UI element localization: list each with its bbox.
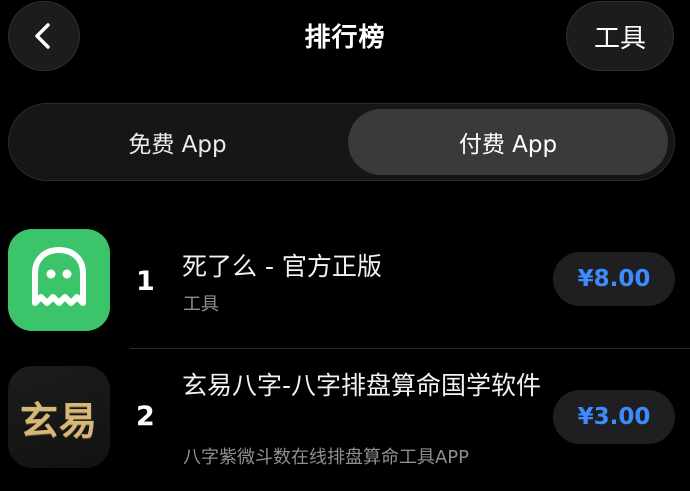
app-icon[interactable] — [8, 229, 110, 331]
rank-number: 2 — [136, 401, 155, 432]
tools-button[interactable]: 工具 — [566, 1, 674, 71]
tab-paid-apps[interactable]: 付费 App — [348, 109, 668, 175]
app-icon-logo-text: 玄易 — [19, 397, 98, 443]
top-bar: 排行榜 工具 — [0, 0, 690, 72]
app-name: 死了么 - 官方正版 — [182, 252, 382, 281]
ghost-icon — [32, 247, 86, 306]
price-button[interactable]: ¥8.00 — [553, 252, 675, 306]
rank-number: 1 — [136, 266, 155, 297]
list-item[interactable]: 玄易 2 玄易八字-八字排盘算命国学软件 八字紫微斗数在线排盘算命工具APP ¥… — [0, 360, 690, 491]
app-icon[interactable]: 玄易 — [8, 366, 110, 468]
list-item[interactable]: 1 死了么 - 官方正版 工具 ¥8.00 — [0, 222, 690, 342]
app-subtitle: 工具 — [183, 294, 219, 315]
tab-free-apps[interactable]: 免费 App — [15, 109, 340, 175]
divider — [130, 348, 690, 349]
segmented-control: 免费 App 付费 App — [8, 103, 675, 181]
app-subtitle: 八字紫微斗数在线排盘算命工具APP — [183, 447, 470, 468]
app-name: 玄易八字-八字排盘算命国学软件 — [182, 371, 542, 400]
price-button[interactable]: ¥3.00 — [553, 390, 675, 444]
